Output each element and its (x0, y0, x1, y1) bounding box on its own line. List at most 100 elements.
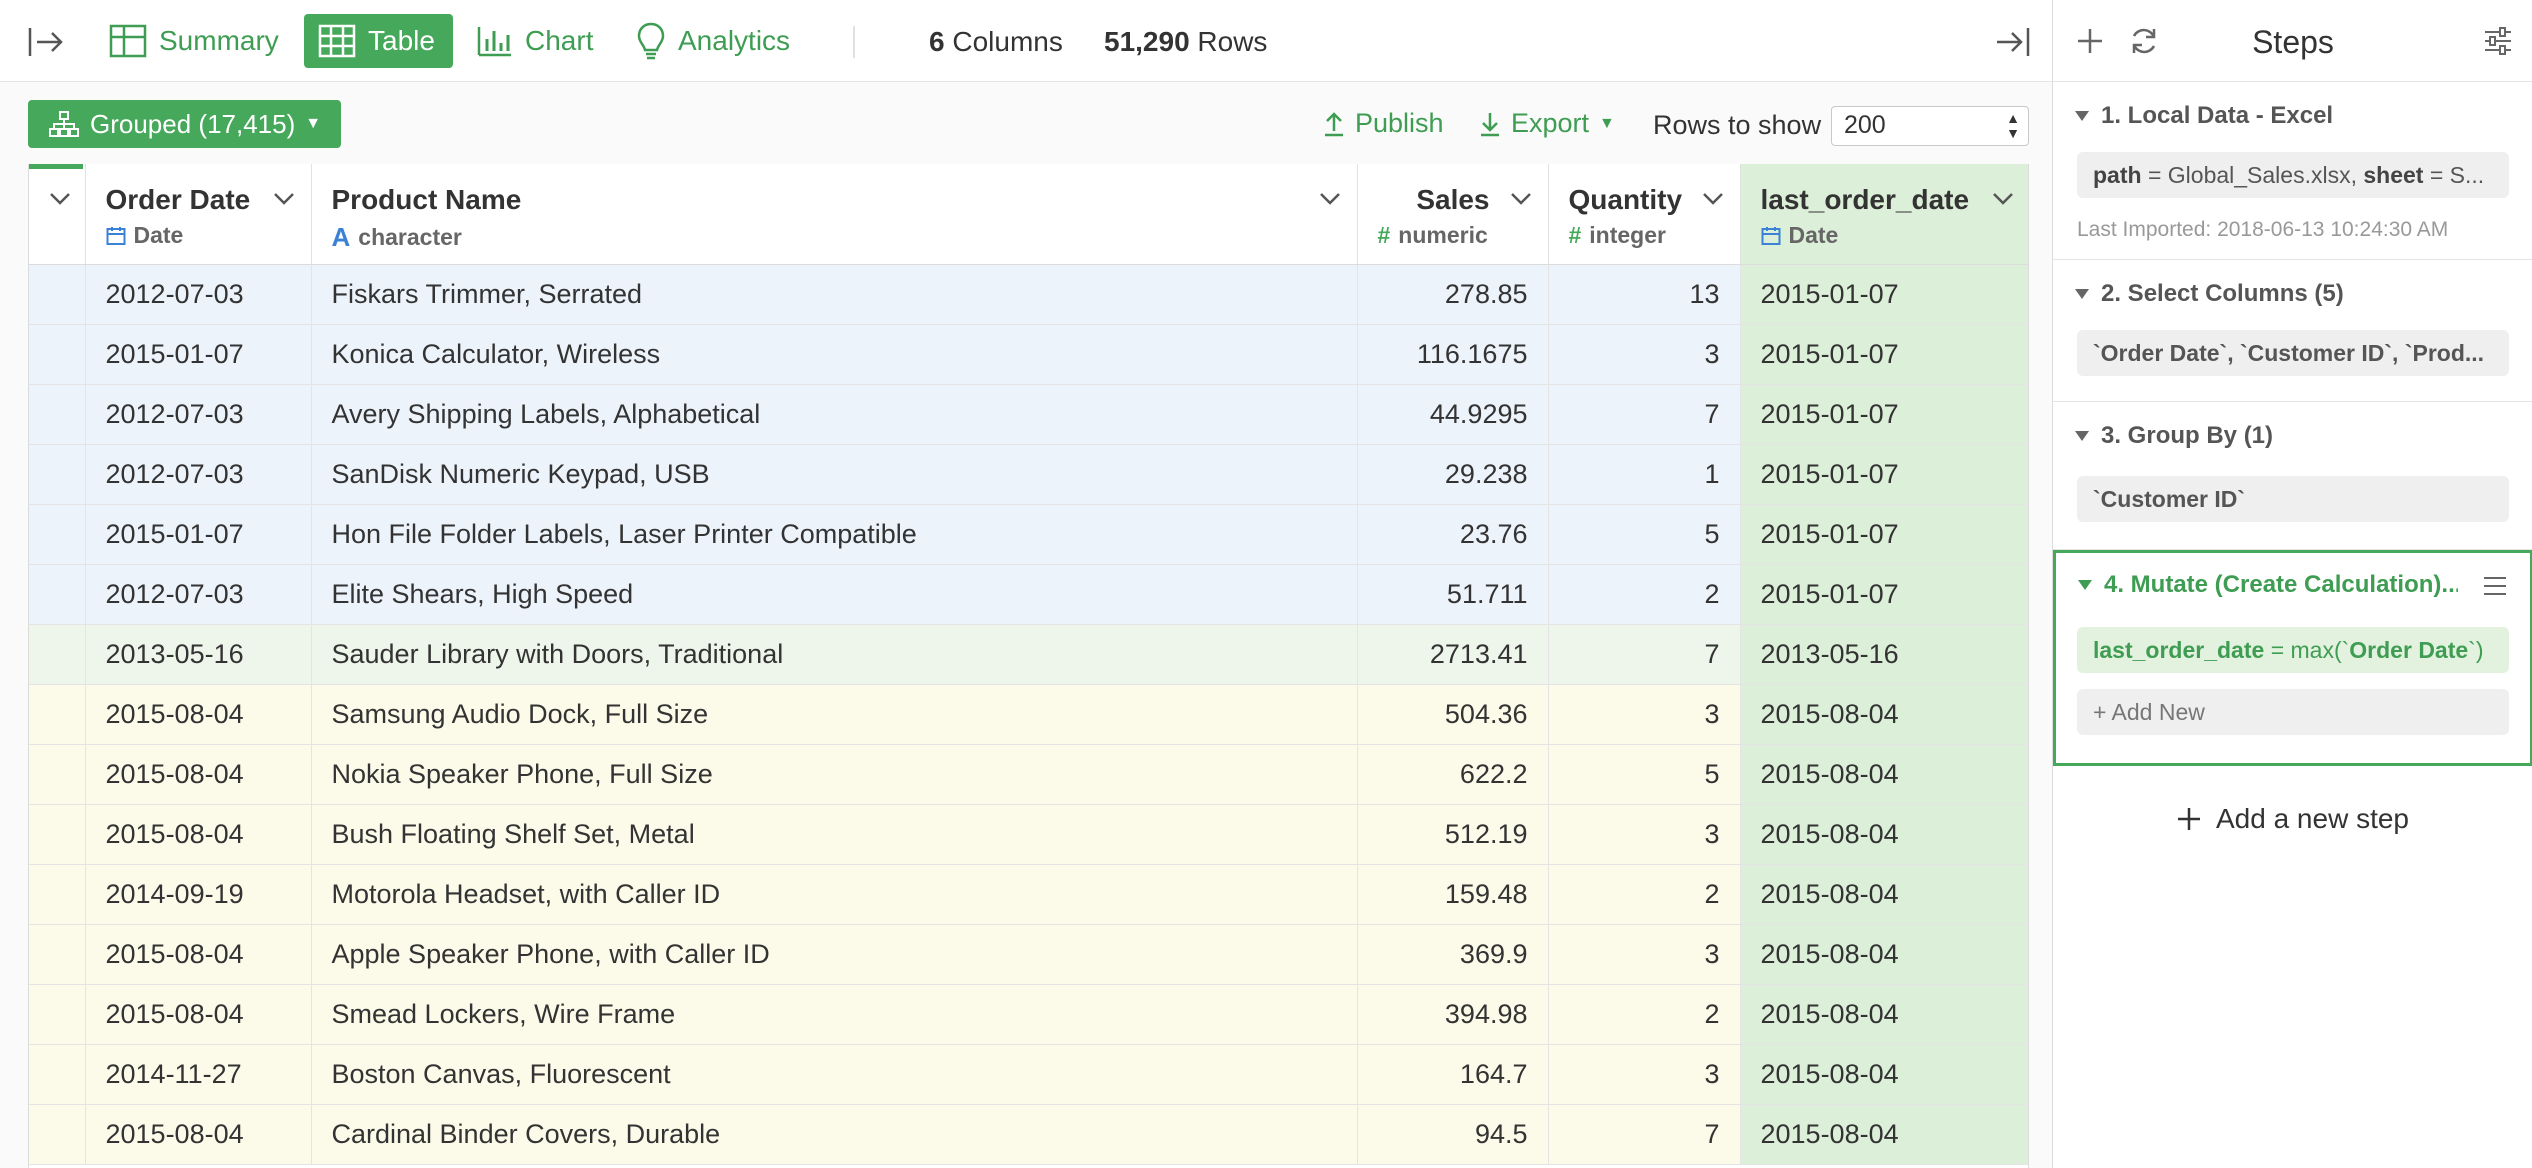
step-group-by[interactable]: 3. Group By (1) `Customer ID` (2053, 402, 2532, 550)
hierarchy-icon (49, 111, 79, 137)
chevron-down-icon[interactable] (1319, 192, 1341, 206)
order-date-cell: 2015-08-04 (85, 924, 312, 985)
table-row[interactable]: 2012-07-03 Fiskars Trimmer, Serrated 278.8… (29, 264, 2028, 325)
row-select-cell[interactable] (29, 1044, 86, 1105)
chevron-down-icon[interactable] (273, 192, 295, 206)
table-row[interactable]: 2015-01-07 Konica Calculator, Wireless 116… (29, 324, 2028, 385)
column-header-product-name[interactable]: Product Name Acharacter (311, 164, 1358, 265)
table-row[interactable]: 2015-08-04 Cardinal Binder Covers, Durabl… (29, 1104, 2028, 1165)
sales-cell: 51.711 (1357, 564, 1549, 625)
chevron-down-icon[interactable] (1992, 192, 2014, 206)
table-row[interactable]: 2012-07-03 SanDisk Numeric Keypad, USB 29.… (29, 444, 2028, 505)
chevron-down-icon[interactable] (1702, 192, 1724, 206)
rows-to-show-label: Rows to show (1653, 110, 1822, 140)
row-select-cell[interactable] (29, 564, 86, 625)
publish-label: Publish (1355, 108, 1444, 138)
quantity-cell: 1 (1548, 444, 1741, 505)
settings-sliders-icon[interactable] (2481, 24, 2515, 58)
calendar-icon (1761, 226, 1780, 245)
tab-table[interactable]: Table (304, 14, 453, 68)
tab-summary[interactable]: Summary (95, 14, 293, 68)
caret-down-icon: ▼ (305, 115, 322, 132)
add-new-button[interactable]: + Add New (2077, 689, 2509, 735)
sales-cell: 512.19 (1357, 804, 1549, 865)
step-box[interactable]: path = Global_Sales.xlsx, sheet = S... (2077, 152, 2509, 198)
chevron-down-icon[interactable] (49, 192, 71, 206)
export-button[interactable]: Export ▼ (1479, 108, 1615, 139)
sales-cell: 622.2 (1357, 744, 1549, 805)
rows-to-show-select[interactable]: 200 ▲ ▼ (1831, 106, 2029, 146)
rows-to-show-value: 200 (1844, 111, 1886, 139)
sales-cell: 394.98 (1357, 984, 1549, 1045)
table-row[interactable]: 2012-07-03 Elite Shears, High Speed 51.711… (29, 564, 2028, 625)
tab-analytics[interactable]: Analytics (622, 14, 804, 68)
step-box[interactable]: `Order Date`, `Customer ID`, `Prod... (2077, 330, 2509, 376)
table-row[interactable]: 2015-08-04 Samsung Audio Dock, Full Size 5… (29, 684, 2028, 745)
row-select-cell[interactable] (29, 804, 86, 865)
row-select-header[interactable] (29, 164, 86, 265)
row-select-cell[interactable] (29, 984, 86, 1045)
tab-label: Table (368, 25, 435, 56)
row-select-cell[interactable] (29, 624, 86, 685)
row-select-cell[interactable] (29, 324, 86, 385)
column-header-sales[interactable]: Sales # numeric (1357, 164, 1549, 265)
order-date-cell: 2015-01-07 (85, 324, 312, 385)
order-date-cell: 2015-01-07 (85, 504, 312, 565)
product-name-cell: Bush Floating Shelf Set, Metal (311, 804, 1358, 865)
last-imported-note: Last Imported: 2018-06-13 10:24:30 AM (2077, 218, 2449, 241)
quantity-cell: 3 (1548, 924, 1741, 985)
row-select-cell[interactable] (29, 1104, 86, 1165)
row-select-cell[interactable] (29, 504, 86, 565)
last-order-date-cell: 2013-05-16 (1740, 624, 2028, 685)
tab-chart[interactable]: Chart (463, 14, 607, 68)
drag-handle-icon[interactable] (2480, 571, 2510, 601)
chevron-down-icon[interactable] (1510, 192, 1532, 206)
table-row[interactable]: 2013-05-16 Sauder Library with Doors, Tra… (29, 624, 2028, 685)
table-row[interactable]: 2015-08-04 Bush Floating Shelf Set, Metal… (29, 804, 2028, 865)
quantity-cell: 5 (1548, 744, 1741, 805)
column-header-order-date[interactable]: Order Date Date (85, 164, 312, 265)
export-label: Export (1511, 108, 1590, 138)
row-select-cell[interactable] (29, 444, 86, 505)
mutate-expression[interactable]: last_order_date = max(`Order Date`) (2077, 627, 2509, 673)
triangle-down-icon (2078, 580, 2092, 590)
add-new-step-button[interactable]: Add a new step (2053, 803, 2532, 835)
step-select-columns[interactable]: 2. Select Columns (5) `Order Date`, `Cus… (2053, 260, 2532, 402)
table-row[interactable]: 2014-11-27 Boston Canvas, Fluorescent 164.… (29, 1044, 2028, 1105)
step-title: 1. Local Data - Excel (2101, 102, 2334, 129)
table-row[interactable]: 2015-08-04 Smead Lockers, Wire Frame 394.9… (29, 984, 2028, 1045)
step-mutate[interactable]: 4. Mutate (Create Calculation)... last_o… (2053, 550, 2532, 766)
table-row[interactable]: 2014-09-19 Motorola Headset, with Caller … (29, 864, 2028, 925)
last-order-date-cell: 2015-08-04 (1740, 744, 2028, 805)
step-local-data[interactable]: 1. Local Data - Excel path = Global_Sale… (2053, 82, 2532, 260)
table-row[interactable]: 2015-08-04 Nokia Speaker Phone, Full Size… (29, 744, 2028, 805)
table-row[interactable]: 2015-08-04 Apple Speaker Phone, with Call… (29, 924, 2028, 985)
quantity-cell: 2 (1548, 564, 1741, 625)
quantity-cell: 7 (1548, 1104, 1741, 1165)
row-select-cell[interactable] (29, 864, 86, 925)
column-header-quantity[interactable]: Quantity # integer (1548, 164, 1741, 265)
table-row[interactable]: 2015-01-07 Hon File Folder Labels, Laser … (29, 504, 2028, 565)
step-box[interactable]: `Customer ID` (2077, 476, 2509, 522)
quantity-cell: 13 (1548, 264, 1741, 325)
row-select-cell[interactable] (29, 384, 86, 445)
table-row[interactable]: 2012-07-03 Avery Shipping Labels, Alphabe… (29, 384, 2028, 445)
publish-button[interactable]: Publish (1323, 108, 1444, 139)
grouped-button[interactable]: Grouped (17,415) ▼ (28, 100, 342, 148)
step-title: 2. Select Columns (5) (2101, 280, 2344, 307)
order-date-cell: 2015-08-04 (85, 804, 312, 865)
collapse-left-icon[interactable] (26, 22, 66, 62)
quantity-cell: 3 (1548, 804, 1741, 865)
row-select-cell[interactable] (29, 744, 86, 805)
order-date-cell: 2012-07-03 (85, 444, 312, 505)
row-select-cell[interactable] (29, 924, 86, 985)
collapse-right-icon[interactable] (1992, 22, 2032, 62)
product-name-cell: Elite Shears, High Speed (311, 564, 1358, 625)
numeric-type-icon: # (1568, 222, 1582, 248)
top-bar: Summary Table Chart Analytics 6 Columns … (0, 0, 2052, 82)
triangle-down-icon (2075, 111, 2089, 121)
product-name-cell: Avery Shipping Labels, Alphabetical (311, 384, 1358, 445)
column-header-last-order-date[interactable]: last_order_date Date (1740, 164, 2028, 265)
row-select-cell[interactable] (29, 684, 86, 745)
row-select-cell[interactable] (29, 264, 86, 325)
